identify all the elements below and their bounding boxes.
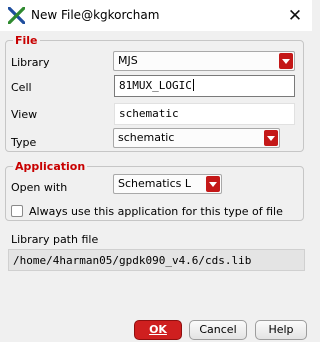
view-input-value: schematic xyxy=(119,107,179,120)
type-label: Type xyxy=(11,136,37,149)
type-select[interactable]: schematic xyxy=(113,128,280,148)
chevron-down-icon[interactable] xyxy=(264,130,278,146)
open-with-select[interactable]: Schematics L xyxy=(113,174,222,194)
title-bar: New File@kgkorcham ✕ xyxy=(0,0,312,31)
cell-input[interactable]: 81MUX_LOGIC xyxy=(114,75,295,97)
type-select-value: schematic xyxy=(118,131,175,144)
cell-label: Cell xyxy=(11,81,32,94)
close-button[interactable]: ✕ xyxy=(284,5,306,27)
chevron-down-icon[interactable] xyxy=(279,53,293,69)
ok-button[interactable]: OK xyxy=(134,320,182,340)
file-group-legend: File xyxy=(13,34,40,47)
cancel-button-label: Cancel xyxy=(199,323,237,336)
open-with-label: Open with xyxy=(11,181,68,194)
always-use-checkbox[interactable] xyxy=(11,205,23,217)
library-label: Library xyxy=(11,56,50,69)
view-label: View xyxy=(11,108,38,121)
text-caret xyxy=(192,79,194,91)
library-path-value: /home/4harman05/gpdk090_v4.6/cds.lib xyxy=(13,254,252,267)
library-path-label: Library path file xyxy=(11,233,99,246)
always-use-label[interactable]: Always use this application for this typ… xyxy=(29,205,283,218)
library-select[interactable]: MJS xyxy=(113,51,295,71)
chevron-down-icon[interactable] xyxy=(206,176,220,192)
application-group-legend: Application xyxy=(13,160,88,173)
x-logo-icon xyxy=(8,7,25,24)
open-with-select-value: Schematics L xyxy=(118,177,191,190)
view-input[interactable]: schematic xyxy=(114,103,295,125)
ok-button-label: OK xyxy=(149,323,167,336)
library-path-field: /home/4harman05/gpdk090_v4.6/cds.lib xyxy=(8,249,305,271)
cell-input-value: 81MUX_LOGIC xyxy=(119,79,192,92)
cancel-button[interactable]: Cancel xyxy=(189,320,247,340)
window-title: New File@kgkorcham xyxy=(31,8,160,22)
help-button-label: Help xyxy=(268,323,294,336)
library-select-value: MJS xyxy=(118,54,138,67)
help-button[interactable]: Help xyxy=(255,320,307,340)
